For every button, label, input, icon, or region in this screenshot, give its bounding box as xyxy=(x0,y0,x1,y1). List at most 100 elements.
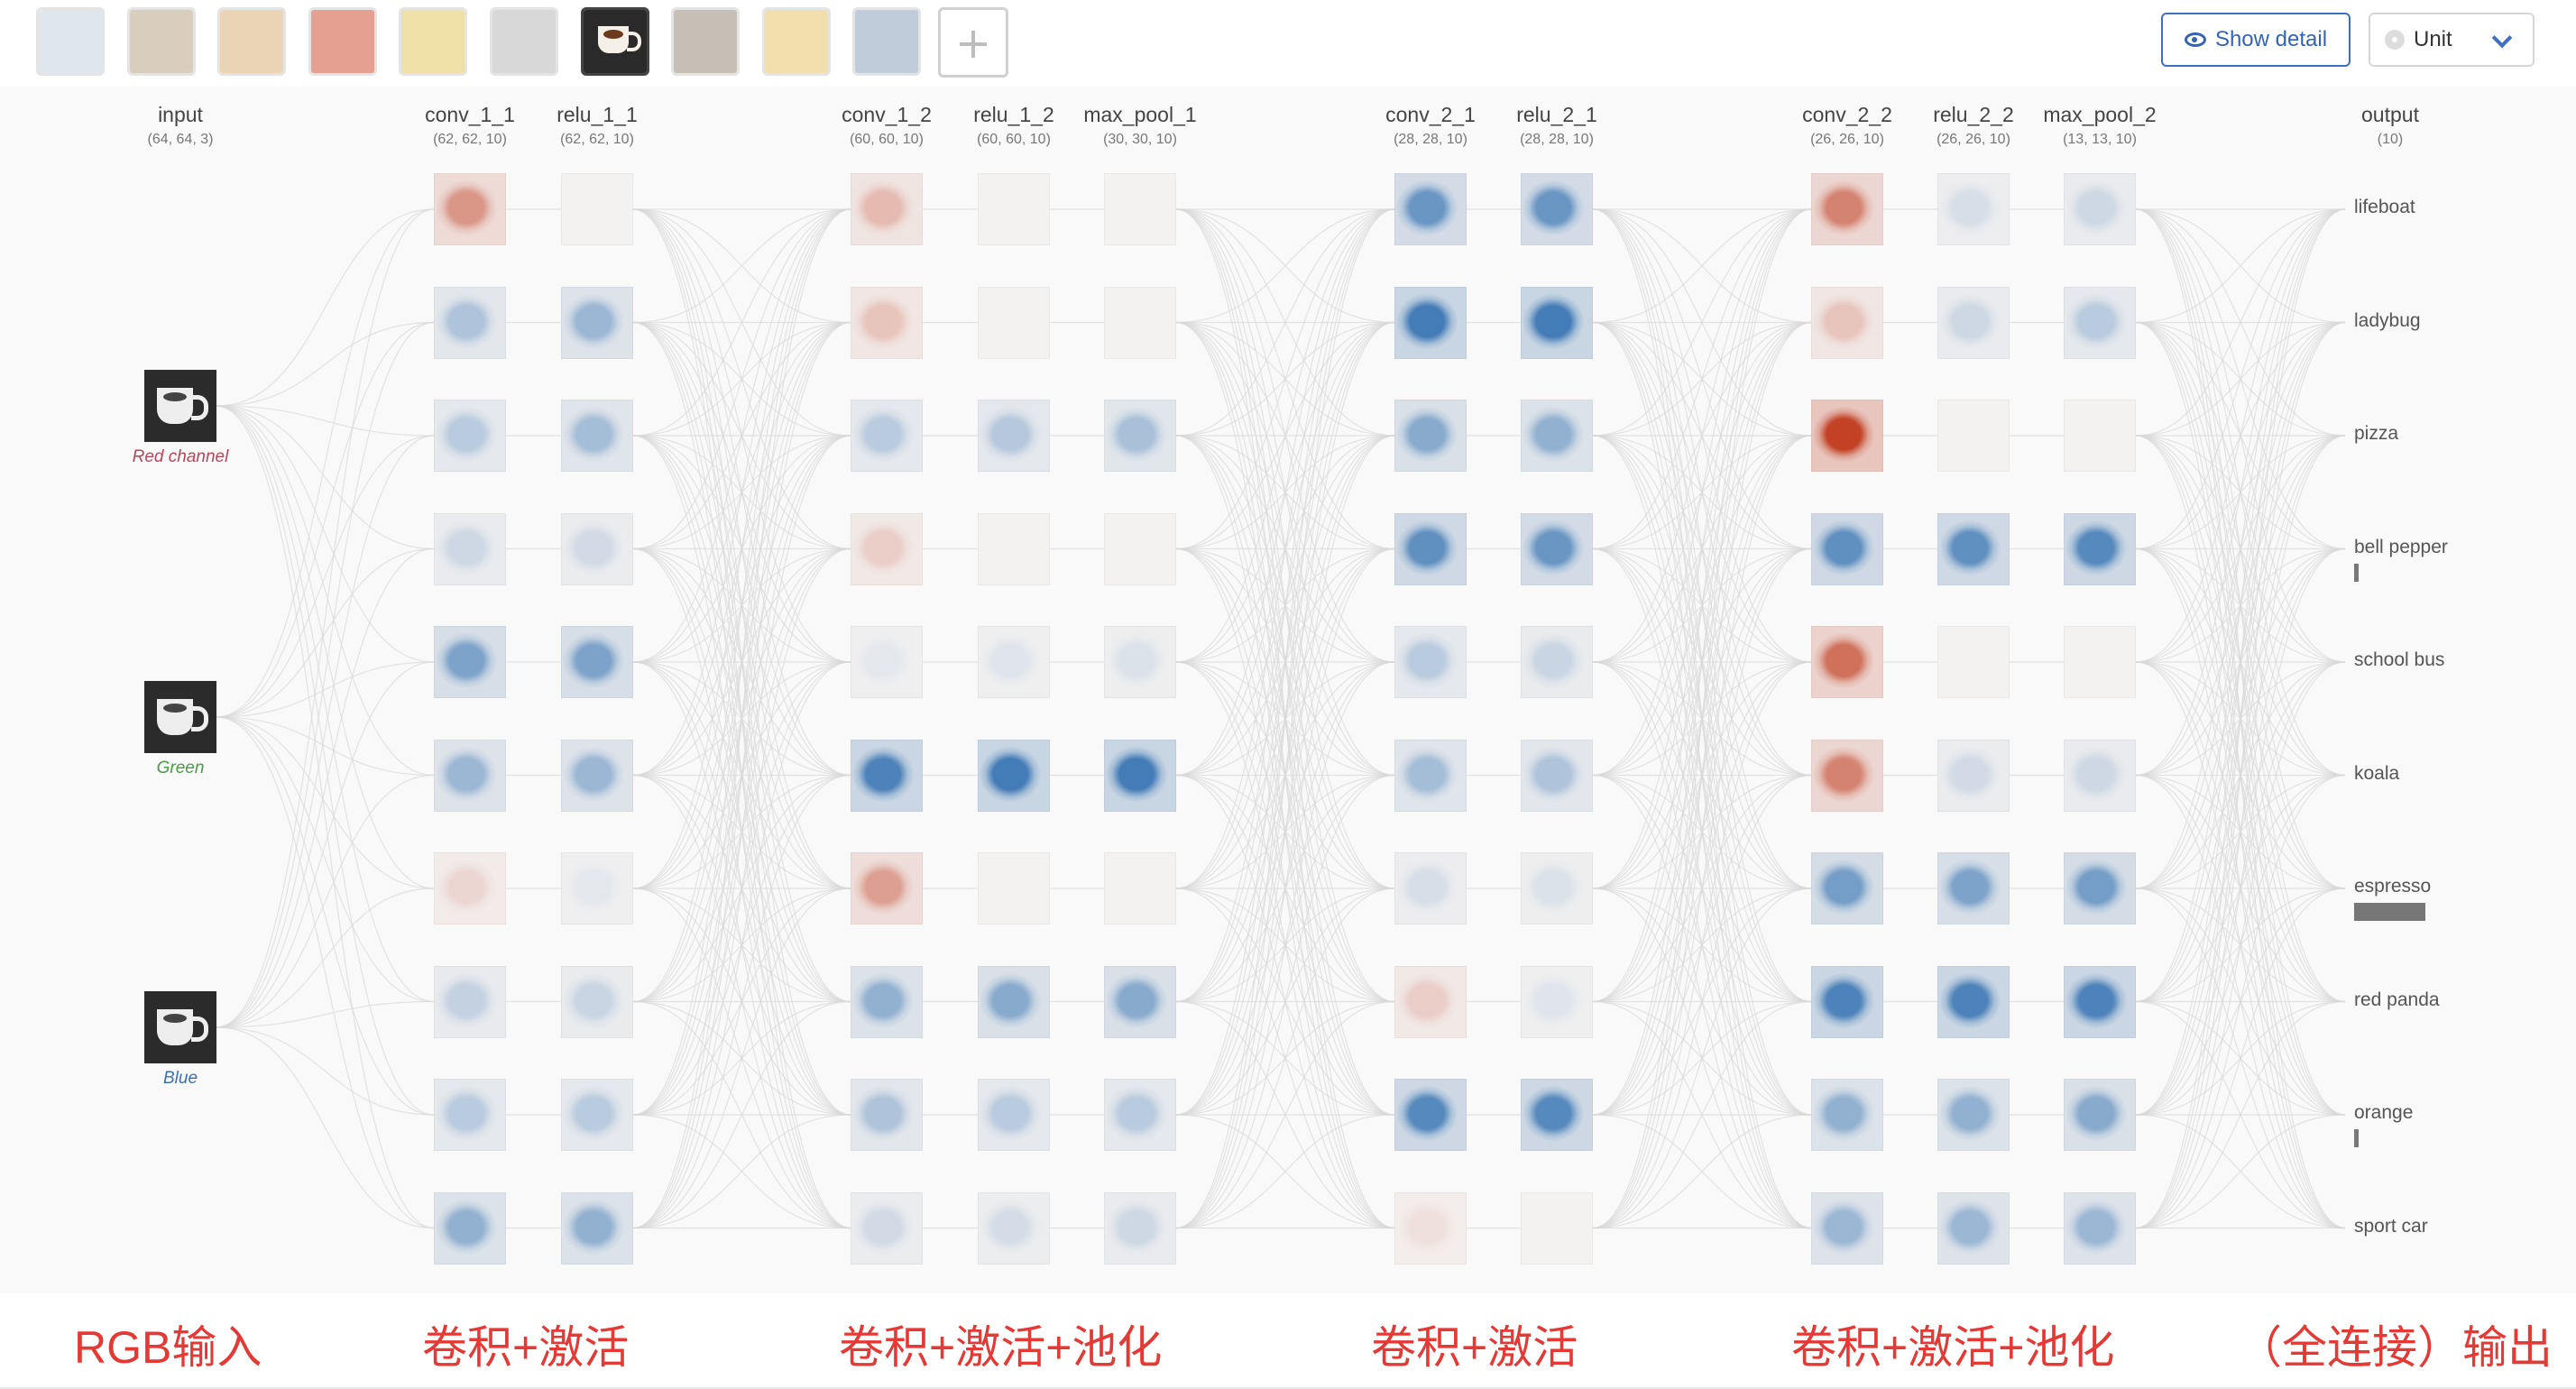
show-detail-button[interactable]: Show detail xyxy=(2161,13,2351,67)
output-class-label[interactable]: ladybug xyxy=(2354,310,2421,332)
input-channel-node[interactable] xyxy=(144,681,216,753)
activation-map-relu_2_1[interactable] xyxy=(1521,286,1593,359)
activation-map-max_pool_1[interactable] xyxy=(1104,173,1176,245)
activation-map-max_pool_2[interactable] xyxy=(2064,400,2136,472)
activation-map-relu_2_1[interactable] xyxy=(1521,1079,1593,1151)
activation-map-relu_2_2[interactable] xyxy=(1937,400,2010,472)
activation-map-relu_1_2[interactable] xyxy=(978,965,1050,1038)
activation-map-relu_2_1[interactable] xyxy=(1521,173,1593,245)
activation-map-conv_2_2[interactable] xyxy=(1811,965,1883,1038)
activation-map-conv_1_1[interactable] xyxy=(434,1079,506,1151)
activation-map-relu_1_1[interactable] xyxy=(561,1079,633,1151)
activation-map-conv_2_1[interactable] xyxy=(1394,1079,1467,1151)
activation-map-relu_2_2[interactable] xyxy=(1937,626,2010,698)
activation-map-relu_1_1[interactable] xyxy=(561,173,633,245)
activation-map-conv_1_1[interactable] xyxy=(434,626,506,698)
thumbnail-lifeboat[interactable] xyxy=(36,7,105,76)
thumbnail-orange[interactable] xyxy=(761,7,831,76)
thumbnail-koala[interactable] xyxy=(490,7,558,76)
thumbnail-espresso[interactable] xyxy=(580,7,649,76)
output-class-label[interactable]: school bus xyxy=(2354,649,2444,671)
unit-select[interactable]: Unit xyxy=(2369,13,2535,67)
activation-map-conv_2_1[interactable] xyxy=(1394,739,1467,812)
activation-map-conv_2_2[interactable] xyxy=(1811,1079,1883,1151)
activation-map-max_pool_1[interactable] xyxy=(1104,1191,1176,1265)
activation-map-relu_1_1[interactable] xyxy=(561,739,633,812)
activation-map-conv_2_2[interactable] xyxy=(1811,400,1883,472)
activation-map-relu_1_1[interactable] xyxy=(561,400,633,472)
activation-map-max_pool_2[interactable] xyxy=(2064,1191,2136,1265)
activation-map-relu_1_1[interactable] xyxy=(561,852,633,924)
output-class-label[interactable]: red panda xyxy=(2354,989,2440,1011)
output-class-label[interactable]: bell pepper xyxy=(2354,537,2448,558)
activation-map-relu_2_2[interactable] xyxy=(1937,852,2010,924)
activation-map-max_pool_2[interactable] xyxy=(2064,626,2136,698)
activation-map-conv_1_1[interactable] xyxy=(434,852,506,924)
activation-map-max_pool_1[interactable] xyxy=(1104,965,1176,1038)
activation-map-relu_1_1[interactable] xyxy=(561,512,633,585)
activation-map-conv_1_2[interactable] xyxy=(851,1079,923,1151)
activation-map-relu_1_2[interactable] xyxy=(978,1191,1050,1265)
thumbnail-red-panda[interactable] xyxy=(671,7,741,76)
activation-map-max_pool_1[interactable] xyxy=(1104,512,1176,585)
activation-map-relu_1_1[interactable] xyxy=(561,286,633,359)
input-channel-node[interactable] xyxy=(144,991,216,1063)
activation-map-max_pool_2[interactable] xyxy=(2064,286,2136,359)
activation-map-max_pool_2[interactable] xyxy=(2064,965,2136,1038)
activation-map-relu_2_2[interactable] xyxy=(1937,965,2010,1038)
activation-map-relu_2_2[interactable] xyxy=(1937,1191,2010,1265)
activation-map-conv_1_1[interactable] xyxy=(434,739,506,812)
activation-map-conv_2_1[interactable] xyxy=(1394,965,1467,1038)
activation-map-relu_2_2[interactable] xyxy=(1937,739,2010,812)
activation-map-relu_1_2[interactable] xyxy=(978,739,1050,812)
activation-map-conv_1_2[interactable] xyxy=(851,852,923,924)
activation-map-relu_1_2[interactable] xyxy=(978,512,1050,585)
activation-map-conv_2_1[interactable] xyxy=(1394,1191,1467,1265)
activation-map-conv_2_2[interactable] xyxy=(1811,739,1883,812)
activation-map-conv_2_2[interactable] xyxy=(1811,852,1883,924)
activation-map-conv_2_2[interactable] xyxy=(1811,173,1883,245)
output-class-label[interactable]: espresso xyxy=(2354,876,2431,897)
activation-map-relu_1_2[interactable] xyxy=(978,1079,1050,1151)
activation-map-relu_2_2[interactable] xyxy=(1937,173,2010,245)
activation-map-conv_1_2[interactable] xyxy=(851,173,923,245)
activation-map-conv_1_2[interactable] xyxy=(851,512,923,585)
output-class-label[interactable]: pizza xyxy=(2354,423,2398,445)
thumbnail-school-bus[interactable] xyxy=(399,7,468,76)
activation-map-max_pool_2[interactable] xyxy=(2064,173,2136,245)
activation-map-relu_1_2[interactable] xyxy=(978,286,1050,359)
activation-map-conv_1_2[interactable] xyxy=(851,626,923,698)
activation-map-conv_1_2[interactable] xyxy=(851,965,923,1038)
activation-map-conv_2_1[interactable] xyxy=(1394,286,1467,359)
output-class-label[interactable]: koala xyxy=(2354,763,2399,785)
activation-map-conv_1_2[interactable] xyxy=(851,400,923,472)
activation-map-relu_2_1[interactable] xyxy=(1521,852,1593,924)
activation-map-conv_1_1[interactable] xyxy=(434,512,506,585)
activation-map-relu_1_2[interactable] xyxy=(978,626,1050,698)
output-class-label[interactable]: lifeboat xyxy=(2354,197,2415,218)
activation-map-max_pool_1[interactable] xyxy=(1104,626,1176,698)
activation-map-relu_2_1[interactable] xyxy=(1521,965,1593,1038)
thumbnail-bell-pepper[interactable] xyxy=(308,7,377,76)
activation-map-relu_2_1[interactable] xyxy=(1521,739,1593,812)
activation-map-conv_1_1[interactable] xyxy=(434,965,506,1038)
activation-map-conv_1_1[interactable] xyxy=(434,173,506,245)
activation-map-max_pool_2[interactable] xyxy=(2064,512,2136,585)
activation-map-conv_2_2[interactable] xyxy=(1811,626,1883,698)
activation-map-conv_2_1[interactable] xyxy=(1394,626,1467,698)
activation-map-conv_2_2[interactable] xyxy=(1811,1191,1883,1265)
activation-map-relu_1_2[interactable] xyxy=(978,400,1050,472)
activation-map-conv_1_1[interactable] xyxy=(434,1191,506,1265)
thumbnail-ladybug[interactable] xyxy=(126,7,196,76)
activation-map-max_pool_1[interactable] xyxy=(1104,852,1176,924)
activation-map-conv_2_2[interactable] xyxy=(1811,512,1883,585)
activation-map-relu_2_2[interactable] xyxy=(1937,286,2010,359)
activation-map-conv_2_1[interactable] xyxy=(1394,852,1467,924)
activation-map-conv_2_1[interactable] xyxy=(1394,512,1467,585)
activation-map-max_pool_1[interactable] xyxy=(1104,1079,1176,1151)
activation-map-max_pool_2[interactable] xyxy=(2064,1079,2136,1151)
activation-map-max_pool_2[interactable] xyxy=(2064,852,2136,924)
input-channel-node[interactable] xyxy=(144,370,216,442)
activation-map-max_pool_2[interactable] xyxy=(2064,739,2136,812)
activation-map-max_pool_1[interactable] xyxy=(1104,739,1176,812)
